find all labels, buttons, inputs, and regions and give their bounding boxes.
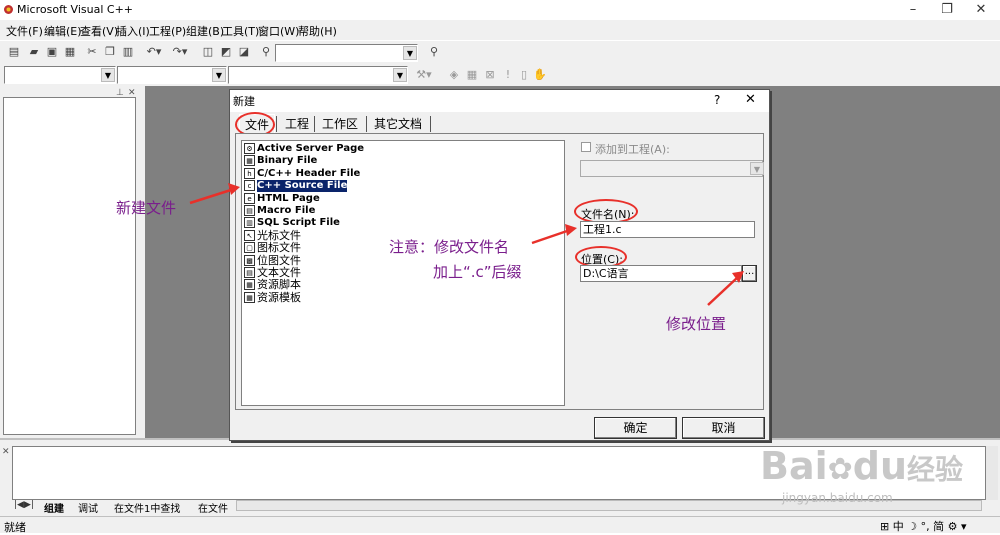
arrow-to-browse xyxy=(707,276,739,306)
arrow-head xyxy=(565,224,577,236)
arrow-to-filename xyxy=(531,228,571,245)
annotation-note-line1: 注意：修改文件名 xyxy=(389,238,510,256)
watermark-brand2: du xyxy=(852,444,908,488)
watermark-brand: Bai xyxy=(760,444,828,488)
watermark-url: jingyan.baidu.com xyxy=(782,491,893,505)
baidu-watermark: Bai✿du经验 xyxy=(760,444,963,488)
annotation-note-line2: 加上“.c”后缀 xyxy=(433,263,522,281)
annotation-change-location: 修改位置 xyxy=(666,315,727,333)
arrow-head xyxy=(228,183,240,195)
watermark-brand-cn: 经验 xyxy=(907,453,964,486)
arrow-to-cpp-source xyxy=(189,187,235,205)
baidu-paw-icon: ✿ xyxy=(827,452,853,487)
